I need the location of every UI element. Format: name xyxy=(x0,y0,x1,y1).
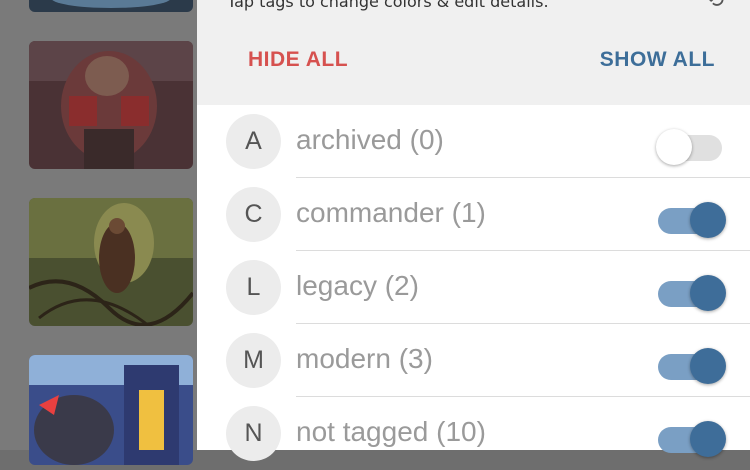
tag-label[interactable]: not tagged (10) xyxy=(296,416,486,448)
card-art-thumbnail[interactable] xyxy=(29,0,193,12)
paint-icon[interactable]: ⟲ xyxy=(706,0,724,13)
tag-row-not-tagged[interactable]: N not tagged (10) xyxy=(197,397,750,470)
tag-row-archived[interactable]: A archived (0) xyxy=(197,105,750,178)
tag-label[interactable]: archived (0) xyxy=(296,124,444,156)
show-all-button[interactable]: SHOW ALL xyxy=(600,48,715,72)
toggle-thumb xyxy=(690,348,726,384)
tag-visibility-toggle[interactable] xyxy=(656,197,726,238)
tag-label[interactable]: modern (3) xyxy=(296,343,433,375)
tag-filter-panel: Tap tags to change colors & edit details… xyxy=(197,0,750,461)
tag-label[interactable]: legacy (2) xyxy=(296,270,419,302)
tag-label[interactable]: commander (1) xyxy=(296,197,486,229)
tag-visibility-toggle[interactable] xyxy=(656,416,726,457)
tag-hint-text: Tap tags to change colors & edit details… xyxy=(227,0,549,11)
tag-visibility-toggle[interactable] xyxy=(656,343,726,384)
panel-header: Tap tags to change colors & edit details… xyxy=(197,0,750,105)
tag-avatar: C xyxy=(226,187,281,242)
tag-row-legacy[interactable]: L legacy (2) xyxy=(197,251,750,324)
card-art-thumbnail[interactable] xyxy=(29,355,193,465)
tag-row-commander[interactable]: C commander (1) xyxy=(197,178,750,251)
tag-avatar: L xyxy=(226,260,281,315)
card-art-thumbnail[interactable] xyxy=(29,198,193,326)
tag-avatar: M xyxy=(226,333,281,388)
tag-avatar: N xyxy=(226,406,281,461)
toggle-thumb xyxy=(690,202,726,238)
toggle-thumb xyxy=(690,421,726,457)
toggle-thumb xyxy=(690,275,726,311)
card-list-background xyxy=(0,0,197,465)
hide-all-button[interactable]: HIDE ALL xyxy=(248,48,348,72)
tag-visibility-toggle[interactable] xyxy=(656,270,726,311)
tag-visibility-toggle[interactable] xyxy=(656,124,726,165)
tag-row-modern[interactable]: M modern (3) xyxy=(197,324,750,397)
tag-avatar: A xyxy=(226,114,281,169)
card-art-thumbnail[interactable] xyxy=(29,41,193,169)
toggle-thumb xyxy=(656,129,692,165)
